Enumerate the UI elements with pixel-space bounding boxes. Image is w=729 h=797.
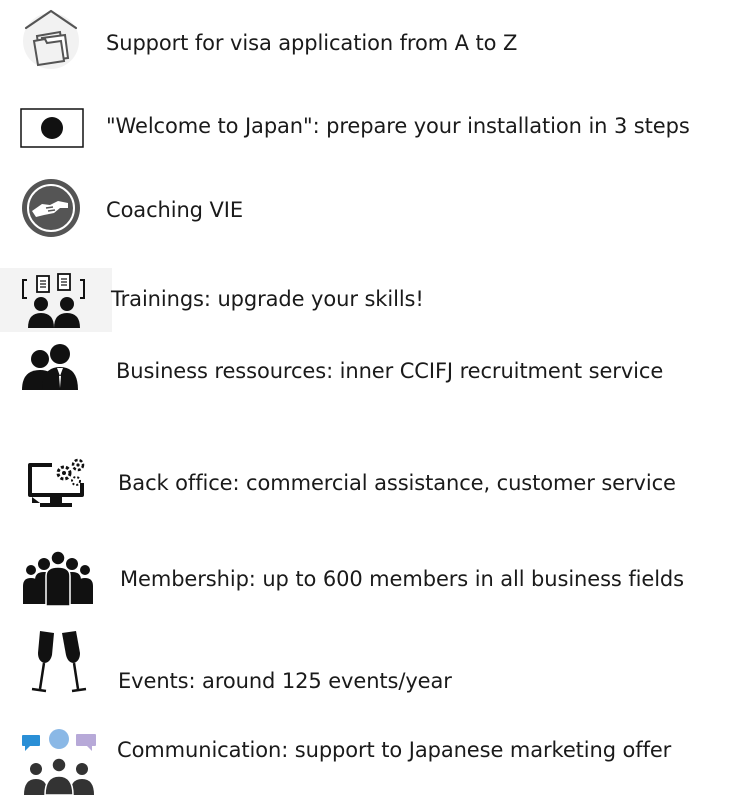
service-label: "Welcome to Japan": prepare your install… (106, 114, 690, 138)
service-item-membership: Membership: up to 600 members in all bus… (0, 548, 729, 618)
training-people-icon (0, 268, 112, 332)
service-label: Trainings: upgrade your skills! (111, 287, 424, 311)
service-label: Communication: support to Japanese marke… (117, 738, 672, 762)
service-item-welcome-japan: "Welcome to Japan": prepare your install… (0, 96, 729, 166)
services-page: { "services": [ {"label": "Support for v… (0, 0, 729, 797)
service-item-events: Events: around 125 events/year (0, 625, 729, 695)
monitor-gears-icon (28, 458, 85, 507)
service-label: Business ressources: inner CCIFJ recruit… (116, 359, 664, 383)
champagne-glasses-icon (31, 631, 87, 693)
service-item-visa: Support for visa application from A to Z (0, 0, 729, 70)
japan-flag-icon (20, 108, 84, 148)
service-label: Membership: up to 600 members in all bus… (120, 567, 684, 591)
folder-house-icon (23, 9, 79, 69)
business-people-icon (22, 344, 78, 390)
service-label: Coaching VIE (106, 198, 244, 222)
chat-group-icon (22, 729, 96, 795)
service-item-back-office: Back office: commercial assistance, cust… (0, 453, 729, 523)
service-label: Events: around 125 events/year (118, 669, 452, 693)
service-label: Support for visa application from A to Z (106, 31, 518, 55)
service-item-communication: Communication: support to Japanese marke… (0, 727, 729, 797)
service-item-business: Business ressources: inner CCIFJ recruit… (0, 340, 729, 410)
handshake-icon (22, 179, 80, 237)
service-item-coaching: Coaching VIE (0, 175, 729, 245)
service-item-trainings: Trainings: upgrade your skills! (0, 268, 729, 338)
group-icon (23, 550, 93, 606)
service-label: Back office: commercial assistance, cust… (118, 471, 676, 495)
